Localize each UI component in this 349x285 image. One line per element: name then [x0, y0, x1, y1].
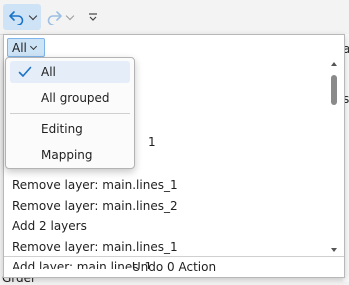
history-item[interactable]: Remove layer: main.lines_1 — [12, 175, 322, 196]
customize-toolbar-button[interactable] — [84, 4, 102, 30]
history-scrollbar[interactable] — [328, 59, 340, 256]
history-item[interactable]: Add 2 layers — [12, 216, 322, 237]
redo-icon — [47, 11, 62, 25]
history-filter-dropdown[interactable]: All — [7, 38, 45, 57]
chevron-down-icon — [29, 42, 37, 50]
menu-item-all-grouped[interactable]: All grouped — [10, 87, 130, 109]
undo-status-label: Undo 0 Action — [4, 256, 344, 278]
menu-item-label: Mapping — [41, 148, 93, 162]
scroll-up-icon[interactable] — [330, 59, 338, 69]
menu-item-label: Editing — [41, 122, 83, 136]
scrollbar-thumb[interactable] — [331, 75, 337, 105]
redo-dropdown-chevron-icon[interactable] — [65, 11, 75, 20]
redo-button[interactable] — [42, 4, 76, 30]
menu-item-mapping[interactable]: Mapping — [10, 144, 130, 166]
menu-separator — [10, 113, 130, 114]
menu-item-label: All — [41, 65, 56, 79]
history-item[interactable]: Remove layer: main.lines_1 — [12, 237, 322, 258]
history-item[interactable]: Remove layer: main.lines_2 — [12, 196, 322, 217]
check-icon — [18, 66, 32, 77]
history-filter-value: All — [12, 40, 27, 55]
undo-dropdown-chevron-icon[interactable] — [28, 11, 38, 20]
filter-menu: All All grouped Editing Mapping — [5, 57, 135, 169]
menu-item-all[interactable]: All — [10, 61, 130, 83]
history-list: Remove layer: main.lines_1 Remove layer:… — [12, 175, 322, 269]
scroll-down-icon[interactable] — [330, 245, 338, 255]
history-item-fragment: 1 — [148, 135, 156, 149]
menu-item-label: All grouped — [41, 91, 110, 105]
undo-button[interactable] — [3, 4, 41, 30]
undo-icon — [9, 11, 24, 25]
toolbar — [0, 0, 349, 35]
menu-item-editing[interactable]: Editing — [10, 118, 130, 140]
customize-icon — [89, 13, 97, 21]
